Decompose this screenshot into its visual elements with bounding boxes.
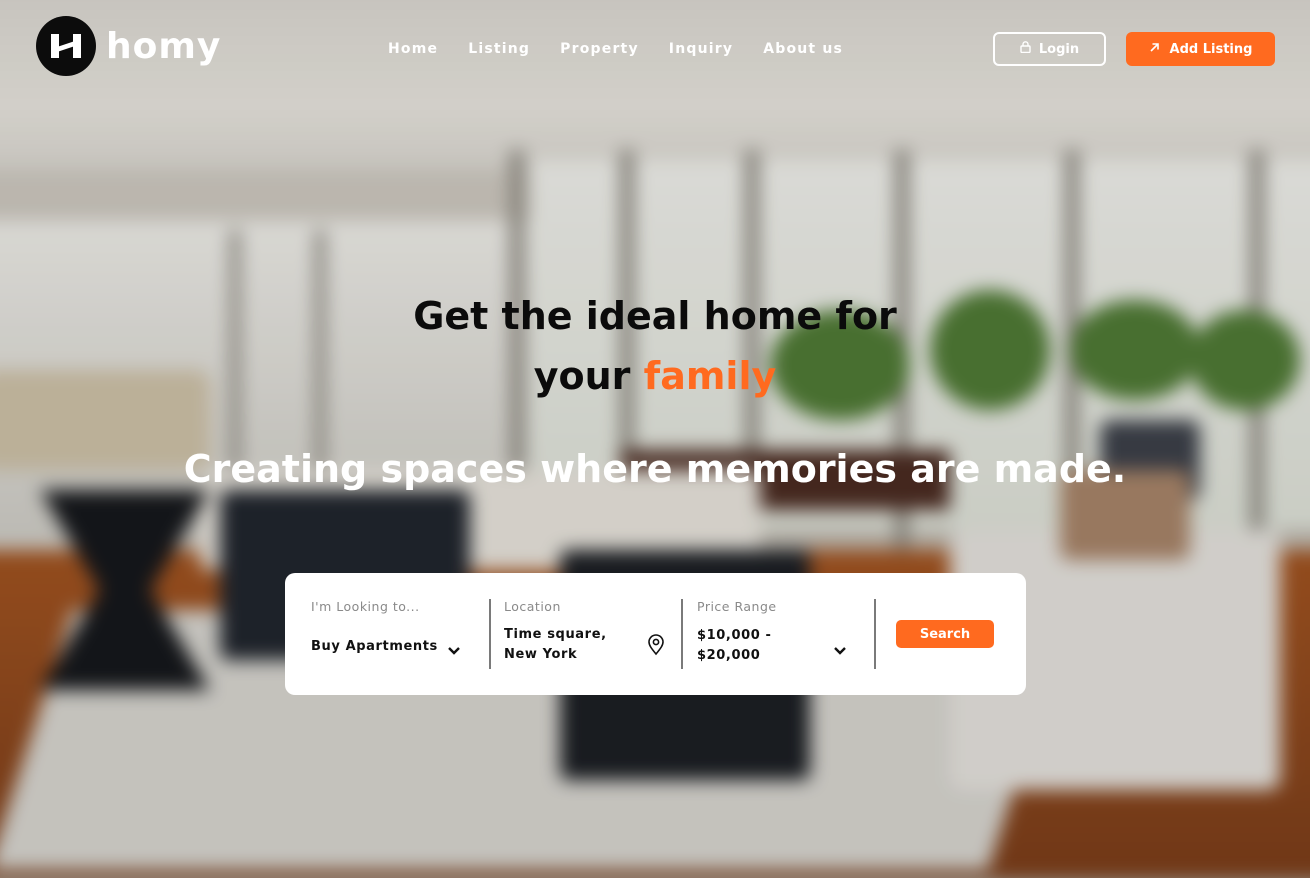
location-label: Location	[504, 599, 561, 614]
price-range-value: $10,000 - $20,000	[697, 626, 772, 666]
main-nav: Home Listing Property Inquiry About us	[388, 41, 843, 57]
nav-item-property[interactable]: Property	[560, 41, 639, 57]
hero-title: Get the ideal home for your family	[0, 286, 1310, 406]
price-range-select[interactable]: Price Range $10,000 - $20,000	[697, 599, 857, 669]
hero-title-prefix: your	[533, 354, 631, 398]
search-button[interactable]: Search	[896, 620, 994, 648]
add-listing-label: Add Listing	[1169, 41, 1253, 57]
lock-icon	[1020, 41, 1031, 57]
add-listing-button[interactable]: Add Listing	[1126, 32, 1275, 66]
chevron-down-icon[interactable]	[447, 641, 461, 660]
nav-item-home[interactable]: Home	[388, 41, 438, 57]
hero-title-line1: Get the ideal home for	[413, 294, 897, 338]
nav-item-about-us[interactable]: About us	[763, 41, 843, 57]
looking-to-label: I'm Looking to...	[311, 599, 420, 614]
login-button[interactable]: Login	[993, 32, 1106, 66]
location-value-line2: New York	[504, 647, 578, 662]
looking-to-select[interactable]: I'm Looking to... Buy Apartments	[311, 599, 471, 669]
nav-item-listing[interactable]: Listing	[468, 41, 530, 57]
map-pin-icon[interactable]	[647, 634, 665, 660]
location-value-line1: Time square,	[504, 627, 607, 642]
hero-title-line2: your family	[0, 346, 1310, 406]
brand-name: homy	[106, 25, 222, 67]
price-range-label: Price Range	[697, 599, 777, 614]
search-divider	[874, 599, 876, 669]
search-divider	[489, 599, 491, 669]
location-field[interactable]: Location Time square, New York	[504, 599, 669, 669]
nav-item-inquiry[interactable]: Inquiry	[669, 41, 733, 57]
property-search-card: I'm Looking to... Buy Apartments Locatio…	[285, 573, 1026, 695]
logo-mark-icon	[36, 16, 96, 76]
price-range-value-line2: $20,000	[697, 648, 761, 663]
hero-background-image	[0, 0, 1310, 878]
brand-logo[interactable]: homy	[36, 16, 221, 76]
price-range-value-line1: $10,000 -	[697, 628, 772, 643]
login-label: Login	[1038, 41, 1080, 57]
arrow-up-right-icon	[1149, 42, 1160, 57]
location-value: Time square, New York	[504, 625, 607, 665]
hero-title-accent: family	[643, 354, 777, 398]
hero-subtitle: Creating spaces where memories are made.	[183, 447, 1127, 491]
search-divider	[681, 599, 683, 669]
chevron-down-icon[interactable]	[833, 641, 847, 660]
looking-to-value: Buy Apartments	[311, 639, 438, 654]
